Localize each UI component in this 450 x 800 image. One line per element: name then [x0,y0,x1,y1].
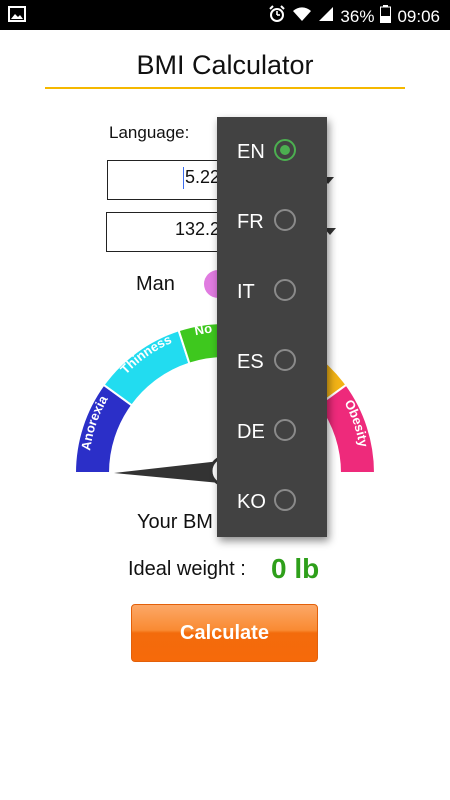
radio-button[interactable] [274,349,296,371]
gauge-segment-thinness [102,329,191,407]
title-divider [45,87,405,89]
language-option-es[interactable]: ES [217,327,327,397]
gauge-needle [114,461,220,483]
your-bmi-label: Your BM [137,511,213,533]
svg-text:No: No [193,321,213,339]
radio-button[interactable] [274,209,296,231]
radio-button[interactable] [274,419,296,441]
weight-value: 132.2 [174,219,220,239]
language-label: Language: [109,123,190,142]
text-cursor [183,167,184,189]
ideal-weight-value: 0 lb [271,553,320,584]
language-option-en[interactable]: EN [217,117,327,187]
clock: 09:06 [397,6,440,26]
battery-percent: 36% [340,6,375,26]
alarm-icon [268,5,286,28]
language-code: KO [237,491,266,513]
language-menu: EN FR IT ES DE KO [217,117,327,537]
height-value: 5.22 [184,167,220,187]
signal-icon [318,6,334,27]
calculate-button[interactable]: Calculate [131,604,318,662]
gender-label: Man [136,273,175,295]
language-code: EN [237,141,265,163]
language-code: ES [237,351,264,373]
language-option-it[interactable]: IT [217,257,327,327]
status-bar: 36% 09:06 [0,0,450,30]
battery-icon [380,5,392,28]
page-title: BMI Calculator [136,50,314,80]
gauge-label-normal: No [193,321,213,339]
language-option-ko[interactable]: KO [217,467,327,537]
wifi-icon [292,6,312,27]
radio-button[interactable] [274,279,296,301]
language-code: FR [237,211,264,233]
weight-input[interactable]: 132.2 [106,212,227,252]
height-input[interactable]: 5.22 [107,160,227,200]
ideal-weight-label: Ideal weight : [128,558,246,580]
language-code: IT [237,281,255,303]
gallery-icon [8,6,26,27]
radio-button[interactable] [274,139,296,161]
language-code: DE [237,421,265,443]
language-option-fr[interactable]: FR [217,187,327,257]
radio-button[interactable] [274,489,296,511]
language-option-de[interactable]: DE [217,397,327,467]
